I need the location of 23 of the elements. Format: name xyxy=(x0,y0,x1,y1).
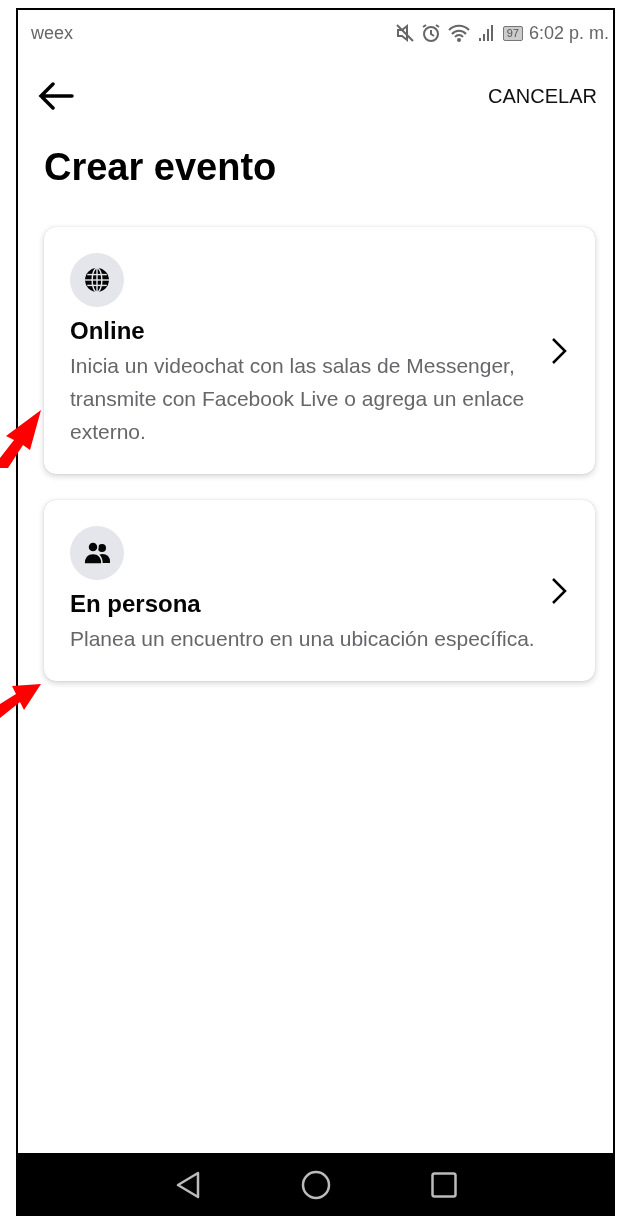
recents-nav-icon[interactable] xyxy=(430,1171,457,1198)
option-title: Online xyxy=(70,317,146,345)
back-arrow-icon[interactable] xyxy=(38,82,74,110)
people-icon xyxy=(83,541,111,565)
annotation-arrow xyxy=(0,410,42,468)
wifi-icon xyxy=(446,23,471,43)
cancel-button[interactable]: CANCELAR xyxy=(488,80,597,112)
chevron-right-icon xyxy=(551,576,567,605)
alarm-icon xyxy=(420,23,441,43)
option-description: Planea un encuentro en una ubicación específica. xyxy=(70,626,535,652)
chevron-right-icon xyxy=(551,336,567,365)
option-description: Inicia un videochat con las salas de Messenger, transmite con Facebook Live o agrega un enlace externo. xyxy=(70,353,526,445)
battery-indicator: 97 xyxy=(502,25,523,41)
app-name: weex xyxy=(31,22,74,44)
option-title: En persona xyxy=(70,590,202,618)
event-type-card[interactable]: Online Inicia un videochat con las salas de Messenger, transmite con Facebook Live o agrega un enlace externo. xyxy=(44,227,595,474)
muted-speaker-icon xyxy=(394,23,415,43)
back-nav-icon[interactable] xyxy=(174,1170,201,1199)
event-type-card[interactable]: En persona Planea un encuentro en una ubicación específica. xyxy=(44,500,595,681)
globe-icon xyxy=(84,267,110,293)
home-nav-icon[interactable] xyxy=(300,1169,331,1200)
page-title: Crear evento xyxy=(44,146,278,189)
clock: 6:02 p. m. xyxy=(528,22,609,44)
